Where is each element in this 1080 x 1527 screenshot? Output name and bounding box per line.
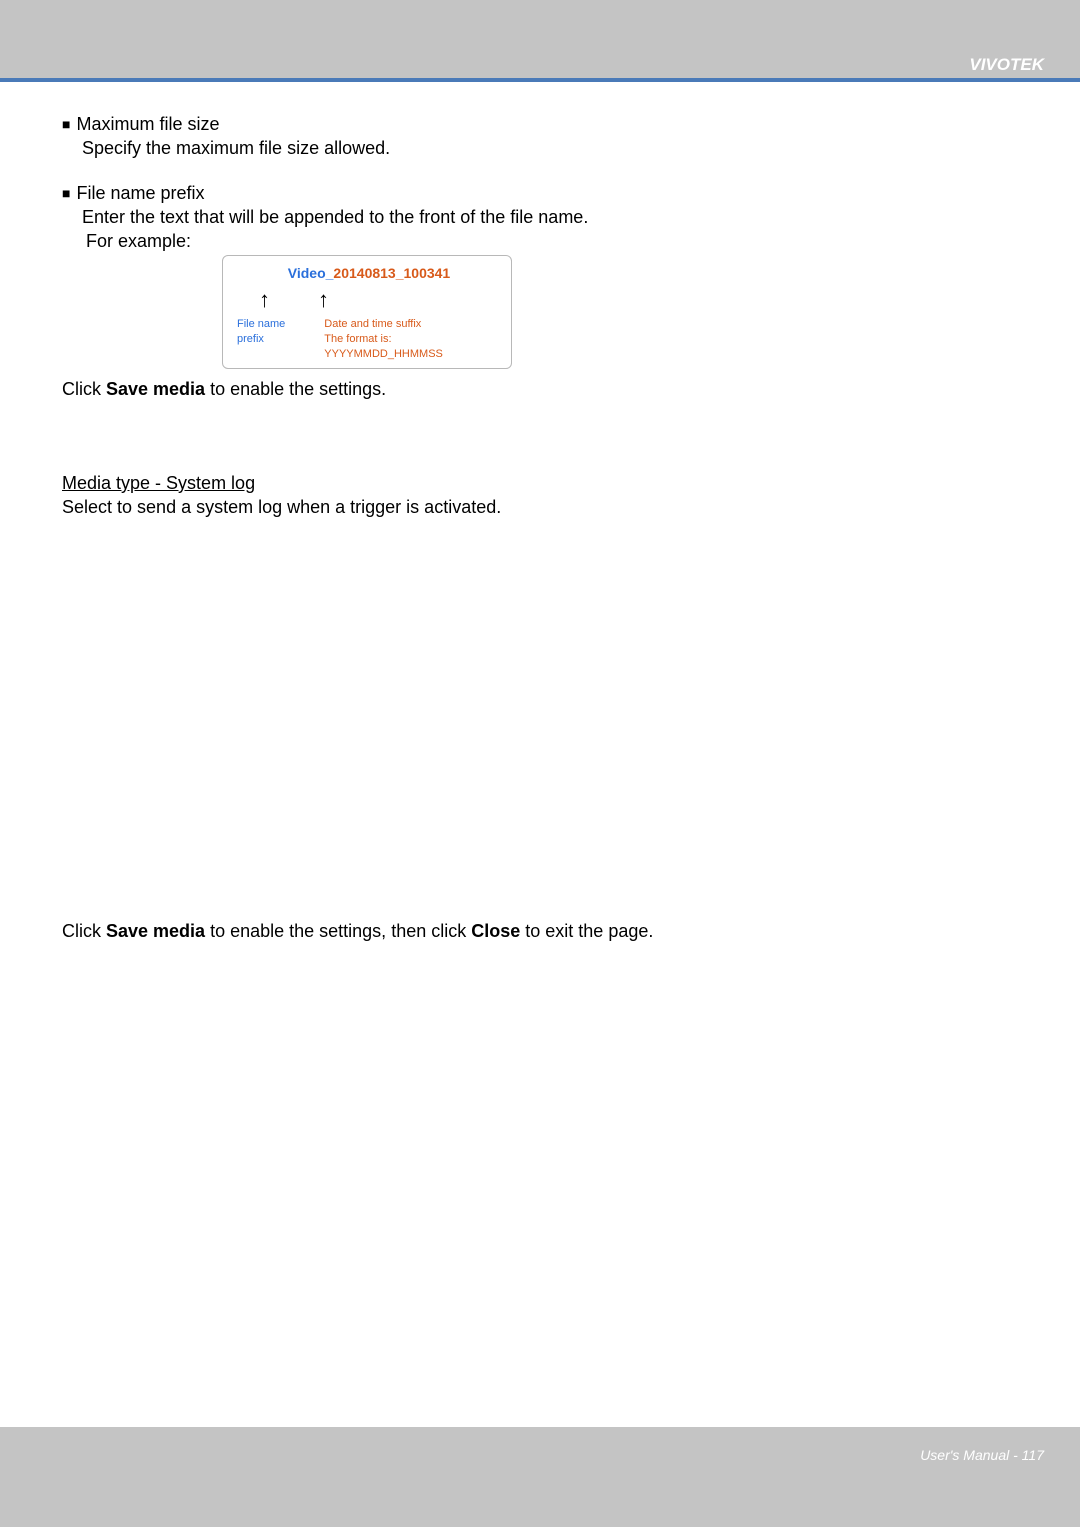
square-bullet-icon: ■ <box>62 181 70 205</box>
up-arrow-icon: ↑ <box>318 285 329 315</box>
filename-prefix-part: Video_ <box>288 265 334 281</box>
bullet-desc: Enter the text that will be appended to … <box>82 205 1042 229</box>
close-text: Close <box>471 921 520 941</box>
bullet-file-name-prefix: ■ File name prefix <box>62 181 1042 205</box>
suffix-line1: Date and time suffix <box>324 317 501 332</box>
up-arrow-icon: ↑ <box>259 285 270 315</box>
media-type-heading: Media type - System log <box>62 471 1042 495</box>
filename-suffix-part: 20140813_100341 <box>333 265 450 281</box>
bullet-title: Maximum file size <box>76 112 219 136</box>
bullet-desc: For example: <box>86 229 1042 253</box>
save-media-text: Save media <box>106 921 205 941</box>
click-save-media-line: Click Save media to enable the settings. <box>62 377 1042 401</box>
text: to enable the settings. <box>205 379 386 399</box>
label-date-time-suffix: Date and time suffix The format is: YYYY… <box>324 317 501 362</box>
suffix-line2: The format is: YYYYMMDD_HHMMSS <box>324 332 501 362</box>
text: Click <box>62 921 106 941</box>
bullet-max-file-size: ■ Maximum file size <box>62 112 1042 136</box>
text: to exit the page. <box>520 921 653 941</box>
text: Click <box>62 379 106 399</box>
bullet-desc: Specify the maximum file size allowed. <box>82 136 1042 160</box>
click-save-close-line: Click Save media to enable the settings,… <box>62 919 1042 943</box>
bullet-title: File name prefix <box>76 181 204 205</box>
text: to enable the settings, then click <box>205 921 471 941</box>
page-container: VIVOTEK ■ Maximum file size Specify the … <box>0 0 1080 1527</box>
content-area: ■ Maximum file size Specify the maximum … <box>0 82 1080 944</box>
footer-band: User's Manual - 117 <box>0 1427 1080 1527</box>
labels-row: File name prefix Date and time suffix Th… <box>237 317 501 362</box>
media-type-desc: Select to send a system log when a trigg… <box>62 495 1042 519</box>
square-bullet-icon: ■ <box>62 112 70 136</box>
filename-example-diagram: Video_20140813_100341 ↑ ↑ File name pref… <box>222 255 512 368</box>
brand-logo: VIVOTEK <box>969 55 1044 75</box>
header-band: VIVOTEK <box>0 0 1080 78</box>
example-filename: Video_20140813_100341 <box>237 264 501 283</box>
arrows-row: ↑ ↑ <box>237 285 501 315</box>
footer-page-number: User's Manual - 117 <box>920 1447 1044 1463</box>
label-file-name-prefix: File name prefix <box>237 317 310 362</box>
save-media-text: Save media <box>106 379 205 399</box>
